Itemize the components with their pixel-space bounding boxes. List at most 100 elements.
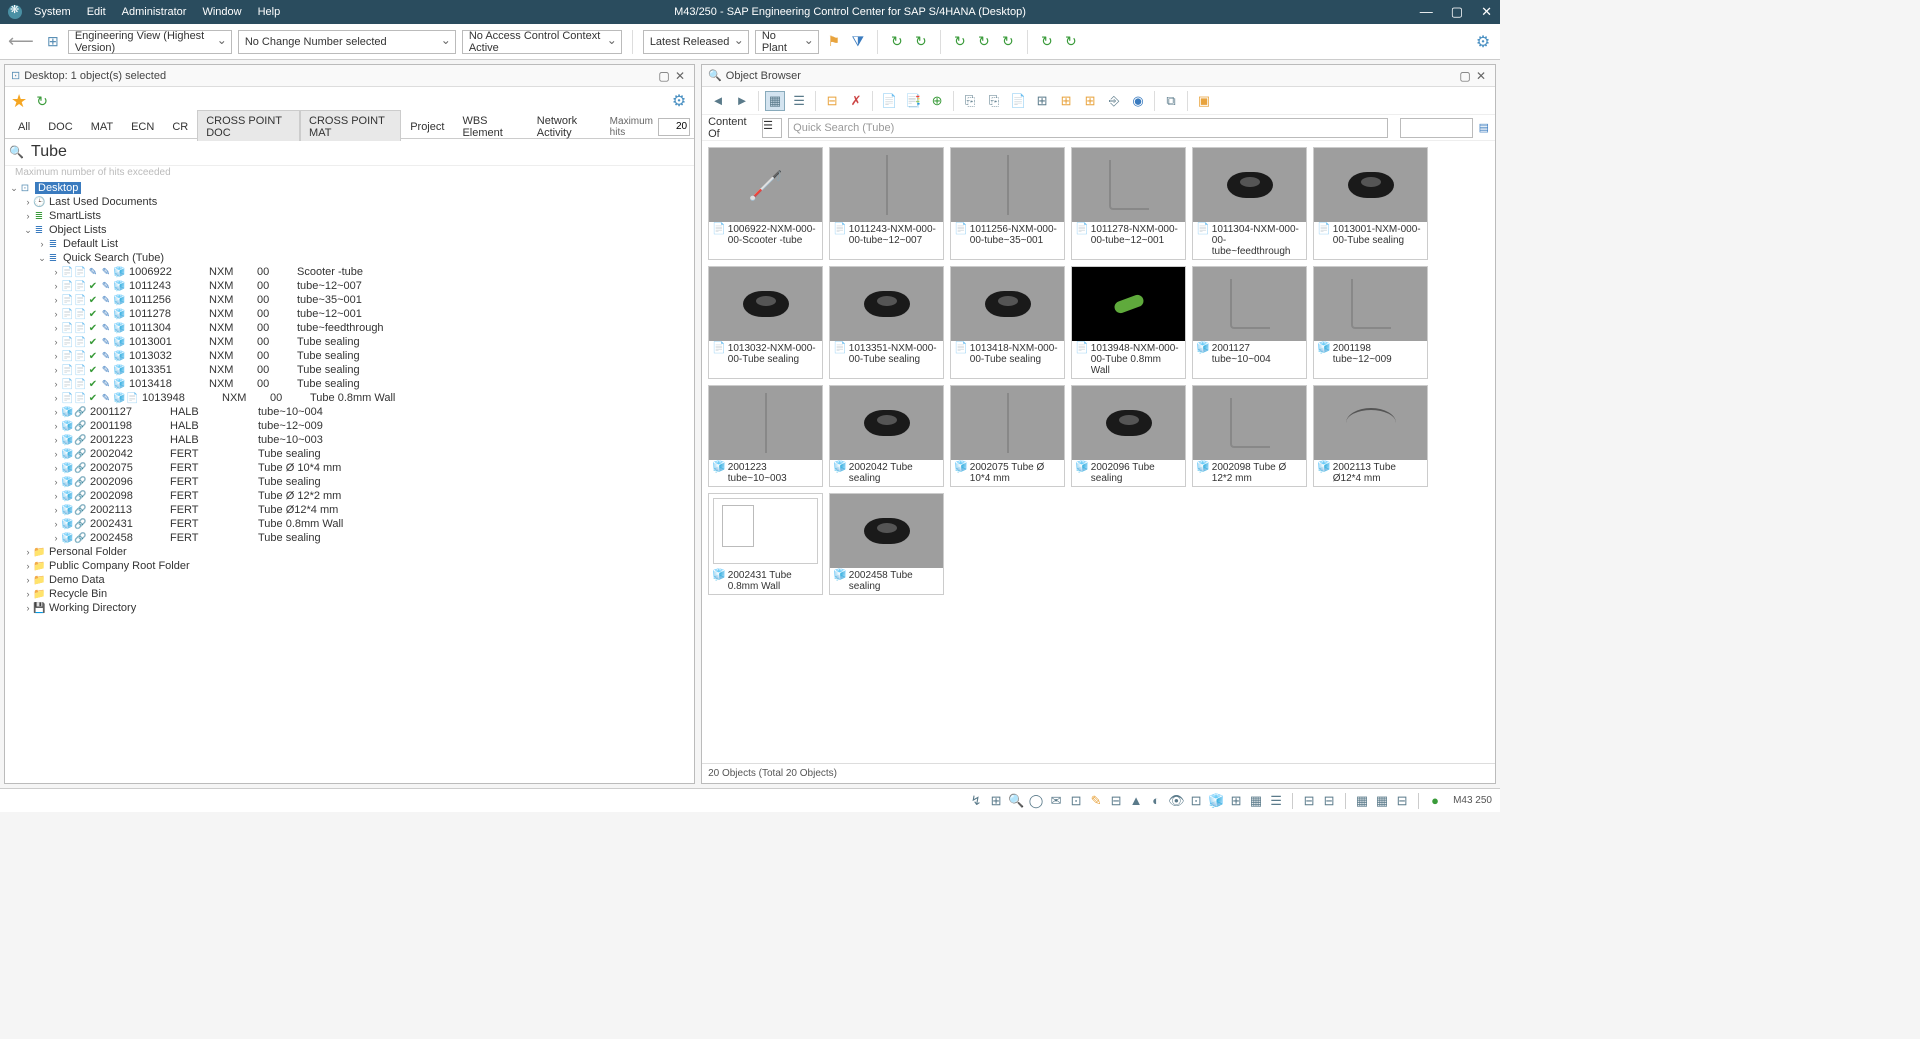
action-1-icon[interactable]: ↻: [951, 33, 969, 51]
sb-icon-20[interactable]: ▦: [1374, 793, 1390, 809]
ob-list-view-icon[interactable]: ☰: [789, 91, 809, 111]
sb-icon-4[interactable]: ◯: [1028, 793, 1044, 809]
thumbnail[interactable]: 📄1011243-NXM-000-00-tube~12~007: [829, 147, 944, 260]
tree-row[interactable]: ›🧊🔗2002096FERTTube sealing: [5, 475, 694, 489]
ob-tool-3-icon[interactable]: 📄: [1008, 91, 1028, 111]
maximize-button[interactable]: ▢: [1451, 4, 1463, 20]
tree-row[interactable]: ⌄≣Quick Search (Tube): [5, 251, 694, 265]
ob-nav-back-icon[interactable]: ◄: [708, 91, 728, 111]
ob-check-icon[interactable]: ✗: [846, 91, 866, 111]
tree-row[interactable]: ›🧊🔗2001223HALBtube~10~003: [5, 433, 694, 447]
sb-icon-13[interactable]: 🧊: [1208, 793, 1224, 809]
tab-project[interactable]: Project: [401, 116, 453, 138]
tab-ecn[interactable]: ECN: [122, 116, 163, 138]
ob-doc-action-icon[interactable]: 📑: [903, 91, 923, 111]
refresh-a-icon[interactable]: ↻: [888, 33, 906, 51]
ob-compare-icon[interactable]: ⧉: [1161, 91, 1181, 111]
favorite-icon[interactable]: ★: [11, 91, 27, 112]
refresh-b-icon[interactable]: ↻: [912, 33, 930, 51]
tree-row[interactable]: ›📄📄✔✎🧊1011256NXM00tube~35~001: [5, 293, 694, 307]
sb-icon-5[interactable]: ✉: [1048, 793, 1064, 809]
thumbnail[interactable]: 🧊2002113 Tube Ø12*4 mm: [1313, 385, 1428, 487]
tree-view-icon[interactable]: ⊞: [44, 33, 62, 51]
settings-icon[interactable]: ⚙: [1474, 33, 1492, 51]
tree-row[interactable]: ›🧊🔗2002098FERTTube Ø 12*2 mm: [5, 489, 694, 503]
ob-new-doc-icon[interactable]: 📄: [879, 91, 899, 111]
panel-settings-icon[interactable]: ⚙: [670, 92, 688, 110]
ob-nav-fwd-icon[interactable]: ►: [732, 91, 752, 111]
change-number-select[interactable]: No Change Number selected: [238, 30, 456, 54]
tab-all[interactable]: All: [9, 116, 39, 138]
ob-filter-box[interactable]: [1400, 118, 1472, 138]
search-input[interactable]: [29, 141, 690, 163]
thumbnail[interactable]: 📄1011256-NXM-000-00-tube~35~001: [950, 147, 1065, 260]
tree-row[interactable]: ›🧊🔗2002431FERTTube 0.8mm Wall: [5, 517, 694, 531]
thumbnail[interactable]: 📄1011278-NXM-000-00-tube~12~001: [1071, 147, 1186, 260]
ob-tool-7-icon[interactable]: ⎆: [1104, 91, 1124, 111]
thumbnail[interactable]: 🧊2002096 Tube sealing: [1071, 385, 1186, 487]
ob-breadcrumb-icon[interactable]: ☰: [762, 118, 782, 138]
link-icon[interactable]: ↻: [33, 92, 51, 110]
thumbnail[interactable]: 📄1013001-NXM-000-00-Tube sealing: [1313, 147, 1428, 260]
tree-row[interactable]: ›📄📄✔✎🧊1013418NXM00Tube sealing: [5, 377, 694, 391]
sb-icon-3[interactable]: 🔍: [1008, 793, 1024, 809]
ob-tool-1-icon[interactable]: ⎘: [960, 91, 980, 111]
tree-row[interactable]: ⌄≣Object Lists: [5, 223, 694, 237]
ob-maximize-icon[interactable]: ▢: [1457, 69, 1473, 83]
sb-icon-2[interactable]: ⊞: [988, 793, 1004, 809]
tree-row[interactable]: ›📁Personal Folder: [5, 545, 694, 559]
menu-window[interactable]: Window: [202, 6, 241, 18]
tree-row[interactable]: ›≣Default List: [5, 237, 694, 251]
ob-globe-icon[interactable]: ◉: [1128, 91, 1148, 111]
menu-administrator[interactable]: Administrator: [122, 6, 187, 18]
thumbnail[interactable]: 📄1013351-NXM-000-00-Tube sealing: [829, 266, 944, 379]
panel-close-icon[interactable]: ✕: [672, 69, 688, 83]
thumbnail[interactable]: 🧊2001198 tube~12~009: [1313, 266, 1428, 379]
tab-cr[interactable]: CR: [163, 116, 197, 138]
tree-row[interactable]: ›📄📄✔✎🧊📄1013948NXM00Tube 0.8mm Wall: [5, 391, 694, 405]
thumbnail[interactable]: 🦯📄1006922-NXM-000-00-Scooter -tube: [708, 147, 823, 260]
tab-doc[interactable]: DOC: [39, 116, 81, 138]
status-filter-select[interactable]: Latest Released: [643, 30, 749, 54]
tree-row[interactable]: ›🕒Last Used Documents: [5, 195, 694, 209]
ob-grid-view-icon[interactable]: ▦: [765, 91, 785, 111]
ob-close-icon[interactable]: ✕: [1473, 69, 1489, 83]
sb-icon-9[interactable]: ▲: [1128, 793, 1144, 808]
sb-icon-17[interactable]: ⊟: [1301, 793, 1317, 809]
ob-hierarchy-icon[interactable]: ⊟: [822, 91, 842, 111]
menu-system[interactable]: System: [34, 6, 71, 18]
thumbnail[interactable]: 📄1013418-NXM-000-00-Tube sealing: [950, 266, 1065, 379]
sb-icon-6[interactable]: ⊡: [1068, 793, 1084, 809]
action-3-icon[interactable]: ↻: [999, 33, 1017, 51]
thumbnail[interactable]: 🧊2002075 Tube Ø 10*4 mm: [950, 385, 1065, 487]
plant-select[interactable]: No Plant: [755, 30, 819, 54]
thumbnail[interactable]: 🧊2001127 tube~10~004: [1192, 266, 1307, 379]
sb-icon-16[interactable]: ☰: [1268, 793, 1284, 809]
tree-row[interactable]: ›🧊🔗2002042FERTTube sealing: [5, 447, 694, 461]
minimize-button[interactable]: —: [1420, 4, 1433, 20]
tab-mat[interactable]: MAT: [82, 116, 122, 138]
thumbnail[interactable]: 📄1013032-NXM-000-00-Tube sealing: [708, 266, 823, 379]
action-2-icon[interactable]: ↻: [975, 33, 993, 51]
sb-icon-1[interactable]: ↯: [968, 793, 984, 809]
tree-row[interactable]: ›📄📄✔✎🧊1013351NXM00Tube sealing: [5, 363, 694, 377]
max-hits-input[interactable]: [658, 118, 690, 136]
sb-icon-14[interactable]: ⊞: [1228, 793, 1244, 809]
action-4-icon[interactable]: ↻: [1038, 33, 1056, 51]
thumbnail[interactable]: 🧊2002042 Tube sealing: [829, 385, 944, 487]
view-select[interactable]: Engineering View (Highest Version): [68, 30, 232, 54]
tree-row[interactable]: ›💾Working Directory: [5, 601, 694, 615]
thumbnail[interactable]: 📄1011304-NXM-000-00-tube~feedthrough: [1192, 147, 1307, 260]
ob-add-icon[interactable]: ⊕: [927, 91, 947, 111]
tree-row[interactable]: ›📄📄✎✎🧊1006922NXM00Scooter -tube: [5, 265, 694, 279]
tree-row[interactable]: ›📁Public Company Root Folder: [5, 559, 694, 573]
ob-tool-5-icon[interactable]: ⊞: [1056, 91, 1076, 111]
tree-row[interactable]: ›🧊🔗2002458FERTTube sealing: [5, 531, 694, 545]
ob-tool-2-icon[interactable]: ⎘: [984, 91, 1004, 111]
ob-view-toggle-icon[interactable]: ▤: [1479, 121, 1489, 134]
flag-icon[interactable]: ⚑: [825, 33, 843, 51]
sb-icon-15[interactable]: ▦: [1248, 793, 1264, 809]
tree-row[interactable]: ›🧊🔗2001198HALBtube~12~009: [5, 419, 694, 433]
tree-row[interactable]: ›🧊🔗2002113FERTTube Ø12*4 mm: [5, 503, 694, 517]
sb-icon-8[interactable]: ⊟: [1108, 793, 1124, 809]
